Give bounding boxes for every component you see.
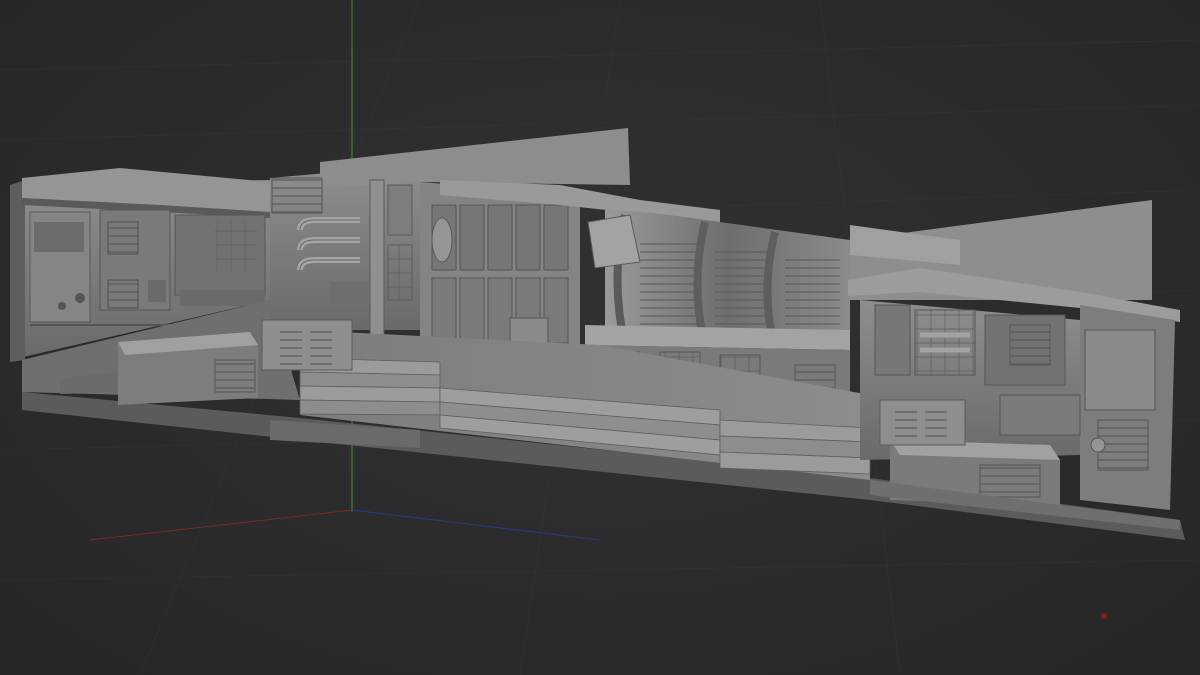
left-railing [261, 319, 353, 371]
grid-line [0, 39, 1200, 71]
upper-back-wall [320, 128, 630, 188]
z-axis-line [351, 509, 601, 541]
scene-canvas[interactable] [0, 0, 1200, 675]
grid-line [0, 559, 1200, 581]
x-axis-line [89, 509, 353, 541]
center-door-panels [431, 204, 569, 359]
left-end-cap [10, 180, 25, 362]
3d-viewport[interactable] [0, 0, 1200, 675]
red-dot-icon [1101, 613, 1107, 619]
sci-fi-corridor-model[interactable] [10, 128, 1185, 540]
